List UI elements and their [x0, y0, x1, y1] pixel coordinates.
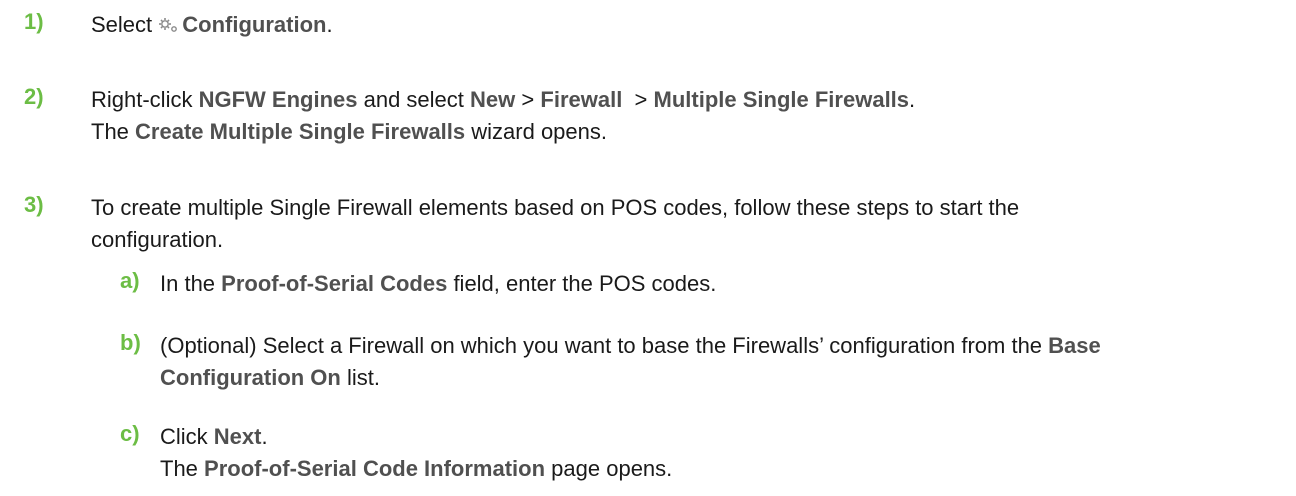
substep-letter: b)	[120, 330, 141, 355]
new-ui-label: New	[470, 87, 516, 112]
substep-letter: a)	[120, 268, 140, 293]
configuration-ui-label: Configuration	[182, 12, 327, 37]
multiple-single-firewalls-ui-label: Multiple Single Firewalls	[653, 87, 910, 112]
proof-of-serial-code-information-ui-label: Proof-of-Serial Code Information	[204, 456, 546, 481]
proof-of-serial-codes-ui-label: Proof-of-Serial Codes	[221, 271, 448, 296]
wizard-name-ui-label: Create Multiple Single Firewalls	[135, 119, 466, 144]
base-configuration-on-ui-label: Base	[1048, 333, 1101, 358]
firewall-ui-label: Firewall	[540, 87, 623, 112]
next-ui-label: Next	[213, 424, 262, 449]
gear-icon	[158, 11, 180, 43]
substep-letter: c)	[120, 421, 140, 446]
step-number: 3)	[24, 192, 44, 217]
ngfw-engines-ui-label: NGFW Engines	[198, 87, 358, 112]
step-text: Select	[91, 12, 153, 37]
step-number: 2)	[24, 84, 44, 109]
step-number: 1)	[24, 9, 44, 34]
step-text: configuration.	[91, 227, 224, 252]
step-text: To create multiple Single Firewall eleme…	[91, 195, 1020, 220]
